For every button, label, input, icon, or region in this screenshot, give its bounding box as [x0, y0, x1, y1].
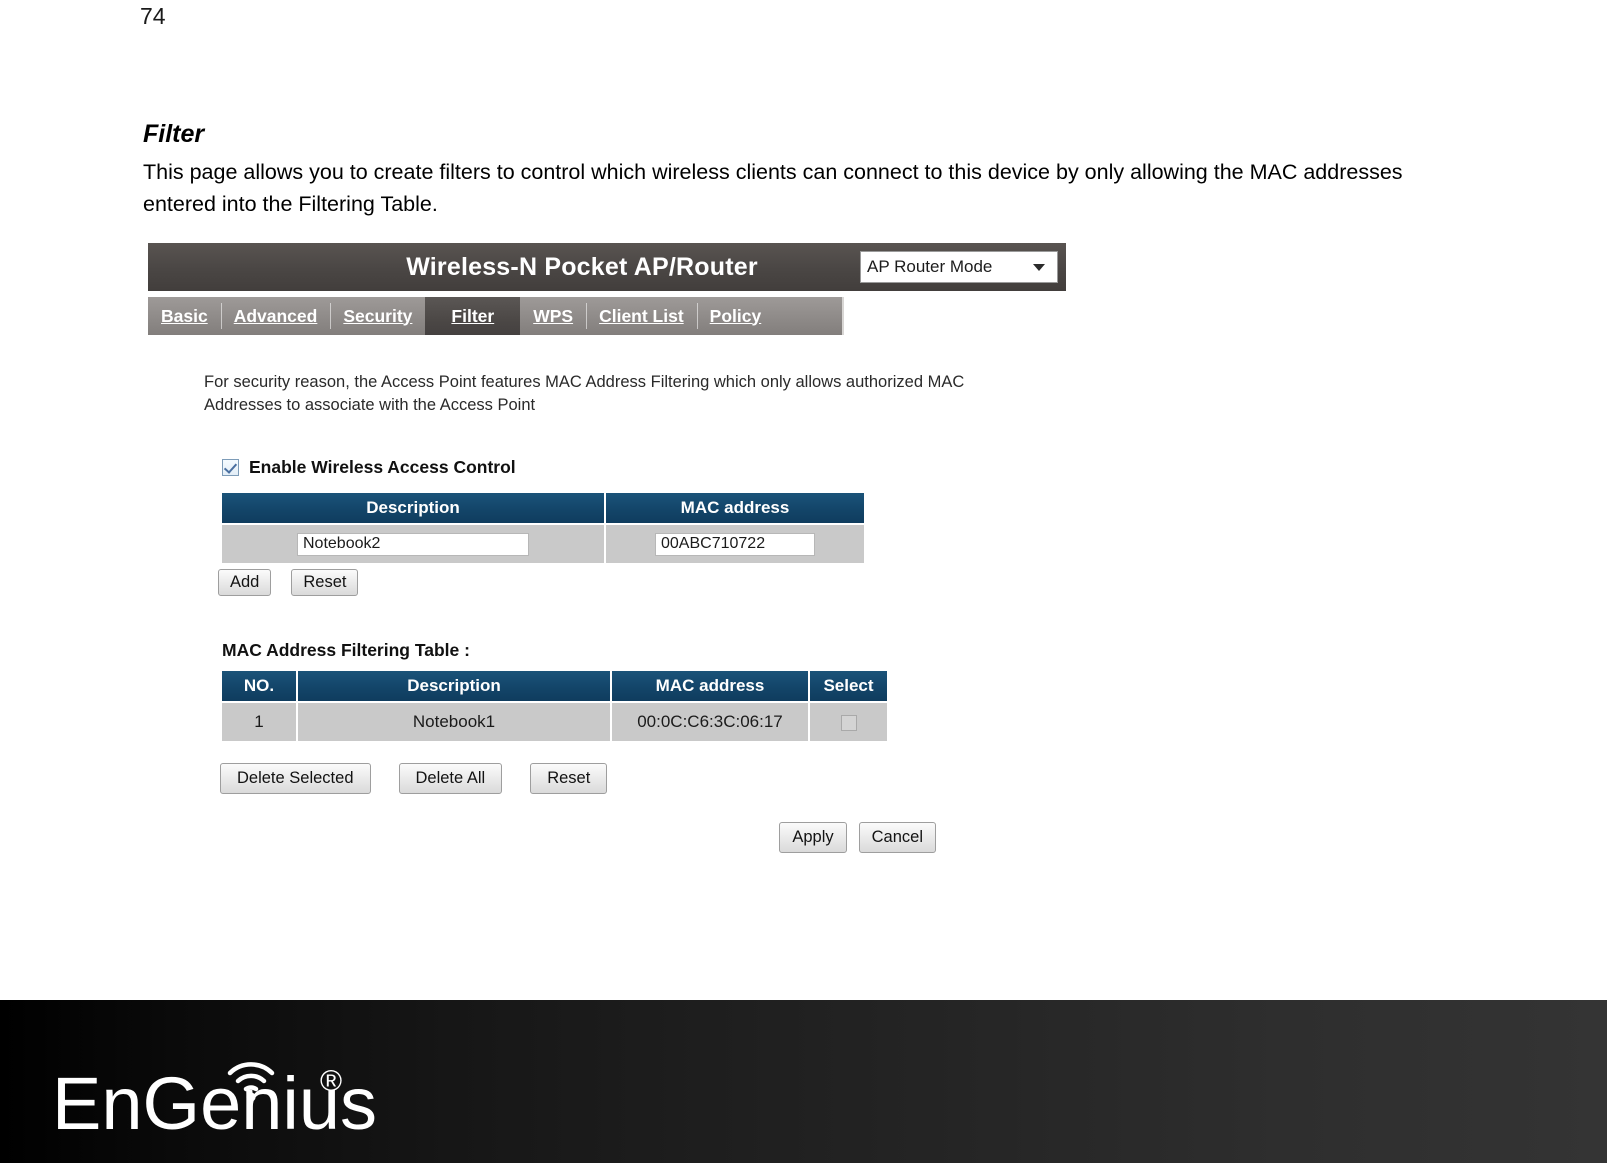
apply-button[interactable]: Apply — [779, 822, 847, 853]
description-input[interactable]: Notebook2 — [297, 532, 529, 556]
cell-mac-input: 00ABC710722 — [605, 523, 864, 563]
cancel-button[interactable]: Cancel — [858, 822, 936, 853]
tab-basic[interactable]: Basic — [148, 297, 221, 335]
col-header-description: Description — [222, 493, 606, 524]
chevron-down-icon — [1033, 263, 1045, 271]
delete-all-button[interactable]: Delete All — [398, 763, 503, 794]
col-header-no: NO. — [222, 671, 298, 702]
router-ui-screenshot: Wireless-N Pocket AP/Router AP Router Mo… — [148, 243, 1066, 853]
enable-wireless-access-control-row[interactable]: Enable Wireless Access Control — [222, 457, 1010, 478]
page-number: 74 — [140, 3, 166, 29]
tab-filter[interactable]: Filter — [425, 297, 521, 335]
reset-button[interactable]: Reset — [291, 569, 359, 596]
form-button-row: Apply Cancel — [204, 822, 1010, 853]
cell-no: 1 — [222, 701, 298, 741]
registered-mark: ® — [320, 1065, 342, 1098]
tab-policy[interactable]: Policy — [696, 297, 775, 335]
section-paragraph: This page allows you to create filters t… — [143, 160, 1403, 216]
tab-wps[interactable]: WPS — [520, 297, 586, 335]
entry-button-row: Add Reset — [218, 569, 1010, 596]
cell-select — [809, 701, 887, 741]
col-header-mac-address: MAC address — [611, 671, 810, 702]
table-row: 1 Notebook1 00:0C:C6:3C:06:17 — [222, 701, 887, 741]
page-footer: EnGenius ® — [0, 1000, 1607, 1163]
router-header: Wireless-N Pocket AP/Router AP Router Mo… — [148, 243, 1066, 291]
tab-client-list[interactable]: Client List — [586, 297, 697, 335]
help-text: For security reason, the Access Point fe… — [204, 373, 965, 414]
tab-bar-wrapper: Basic Advanced Security Filter WPS Clien… — [148, 297, 844, 335]
tab-security[interactable]: Security — [330, 297, 425, 335]
cell-mac-address: 00:0C:C6:3C:06:17 — [611, 701, 810, 741]
table-button-row: Delete Selected Delete All Reset — [220, 763, 1010, 794]
router-title: Wireless-N Pocket AP/Router — [406, 252, 758, 281]
mode-select-value: AP Router Mode — [867, 257, 993, 276]
mode-select[interactable]: AP Router Mode — [860, 251, 1058, 283]
mac-filtering-table: NO. Description MAC address Select 1 Not… — [222, 671, 887, 741]
mac-address-input[interactable]: 00ABC710722 — [655, 532, 815, 556]
page-title: Filter — [143, 120, 205, 148]
table-header-row: NO. Description MAC address Select — [222, 671, 887, 702]
col-header-description: Description — [297, 671, 612, 702]
mac-entry-table: Description MAC address Notebook2 00ABC7… — [222, 493, 864, 563]
delete-selected-button[interactable]: Delete Selected — [220, 763, 371, 794]
reset-table-button[interactable]: Reset — [530, 763, 608, 794]
enable-access-control-label: Enable Wireless Access Control — [249, 457, 516, 477]
cell-description: Notebook1 — [297, 701, 612, 741]
tab-advanced[interactable]: Advanced — [220, 297, 331, 335]
col-header-mac-address: MAC address — [605, 493, 864, 524]
cell-description-input: Notebook2 — [222, 523, 606, 563]
tab-bar: Basic Advanced Security Filter WPS Clien… — [148, 297, 844, 335]
add-button[interactable]: Add — [218, 569, 272, 596]
table-row: Notebook2 00ABC710722 — [222, 523, 864, 563]
enable-access-control-checkbox[interactable] — [222, 459, 239, 476]
document-body: Filter This page allows you to create fi… — [143, 118, 1443, 220]
row-select-checkbox[interactable] — [840, 714, 857, 731]
router-body: For security reason, the Access Point fe… — [148, 335, 1010, 853]
table-header-row: Description MAC address — [222, 493, 864, 524]
engenius-logo: EnGenius ® — [52, 1062, 377, 1137]
filtering-table-title: MAC Address Filtering Table : — [222, 640, 470, 660]
col-header-select: Select — [809, 671, 887, 702]
